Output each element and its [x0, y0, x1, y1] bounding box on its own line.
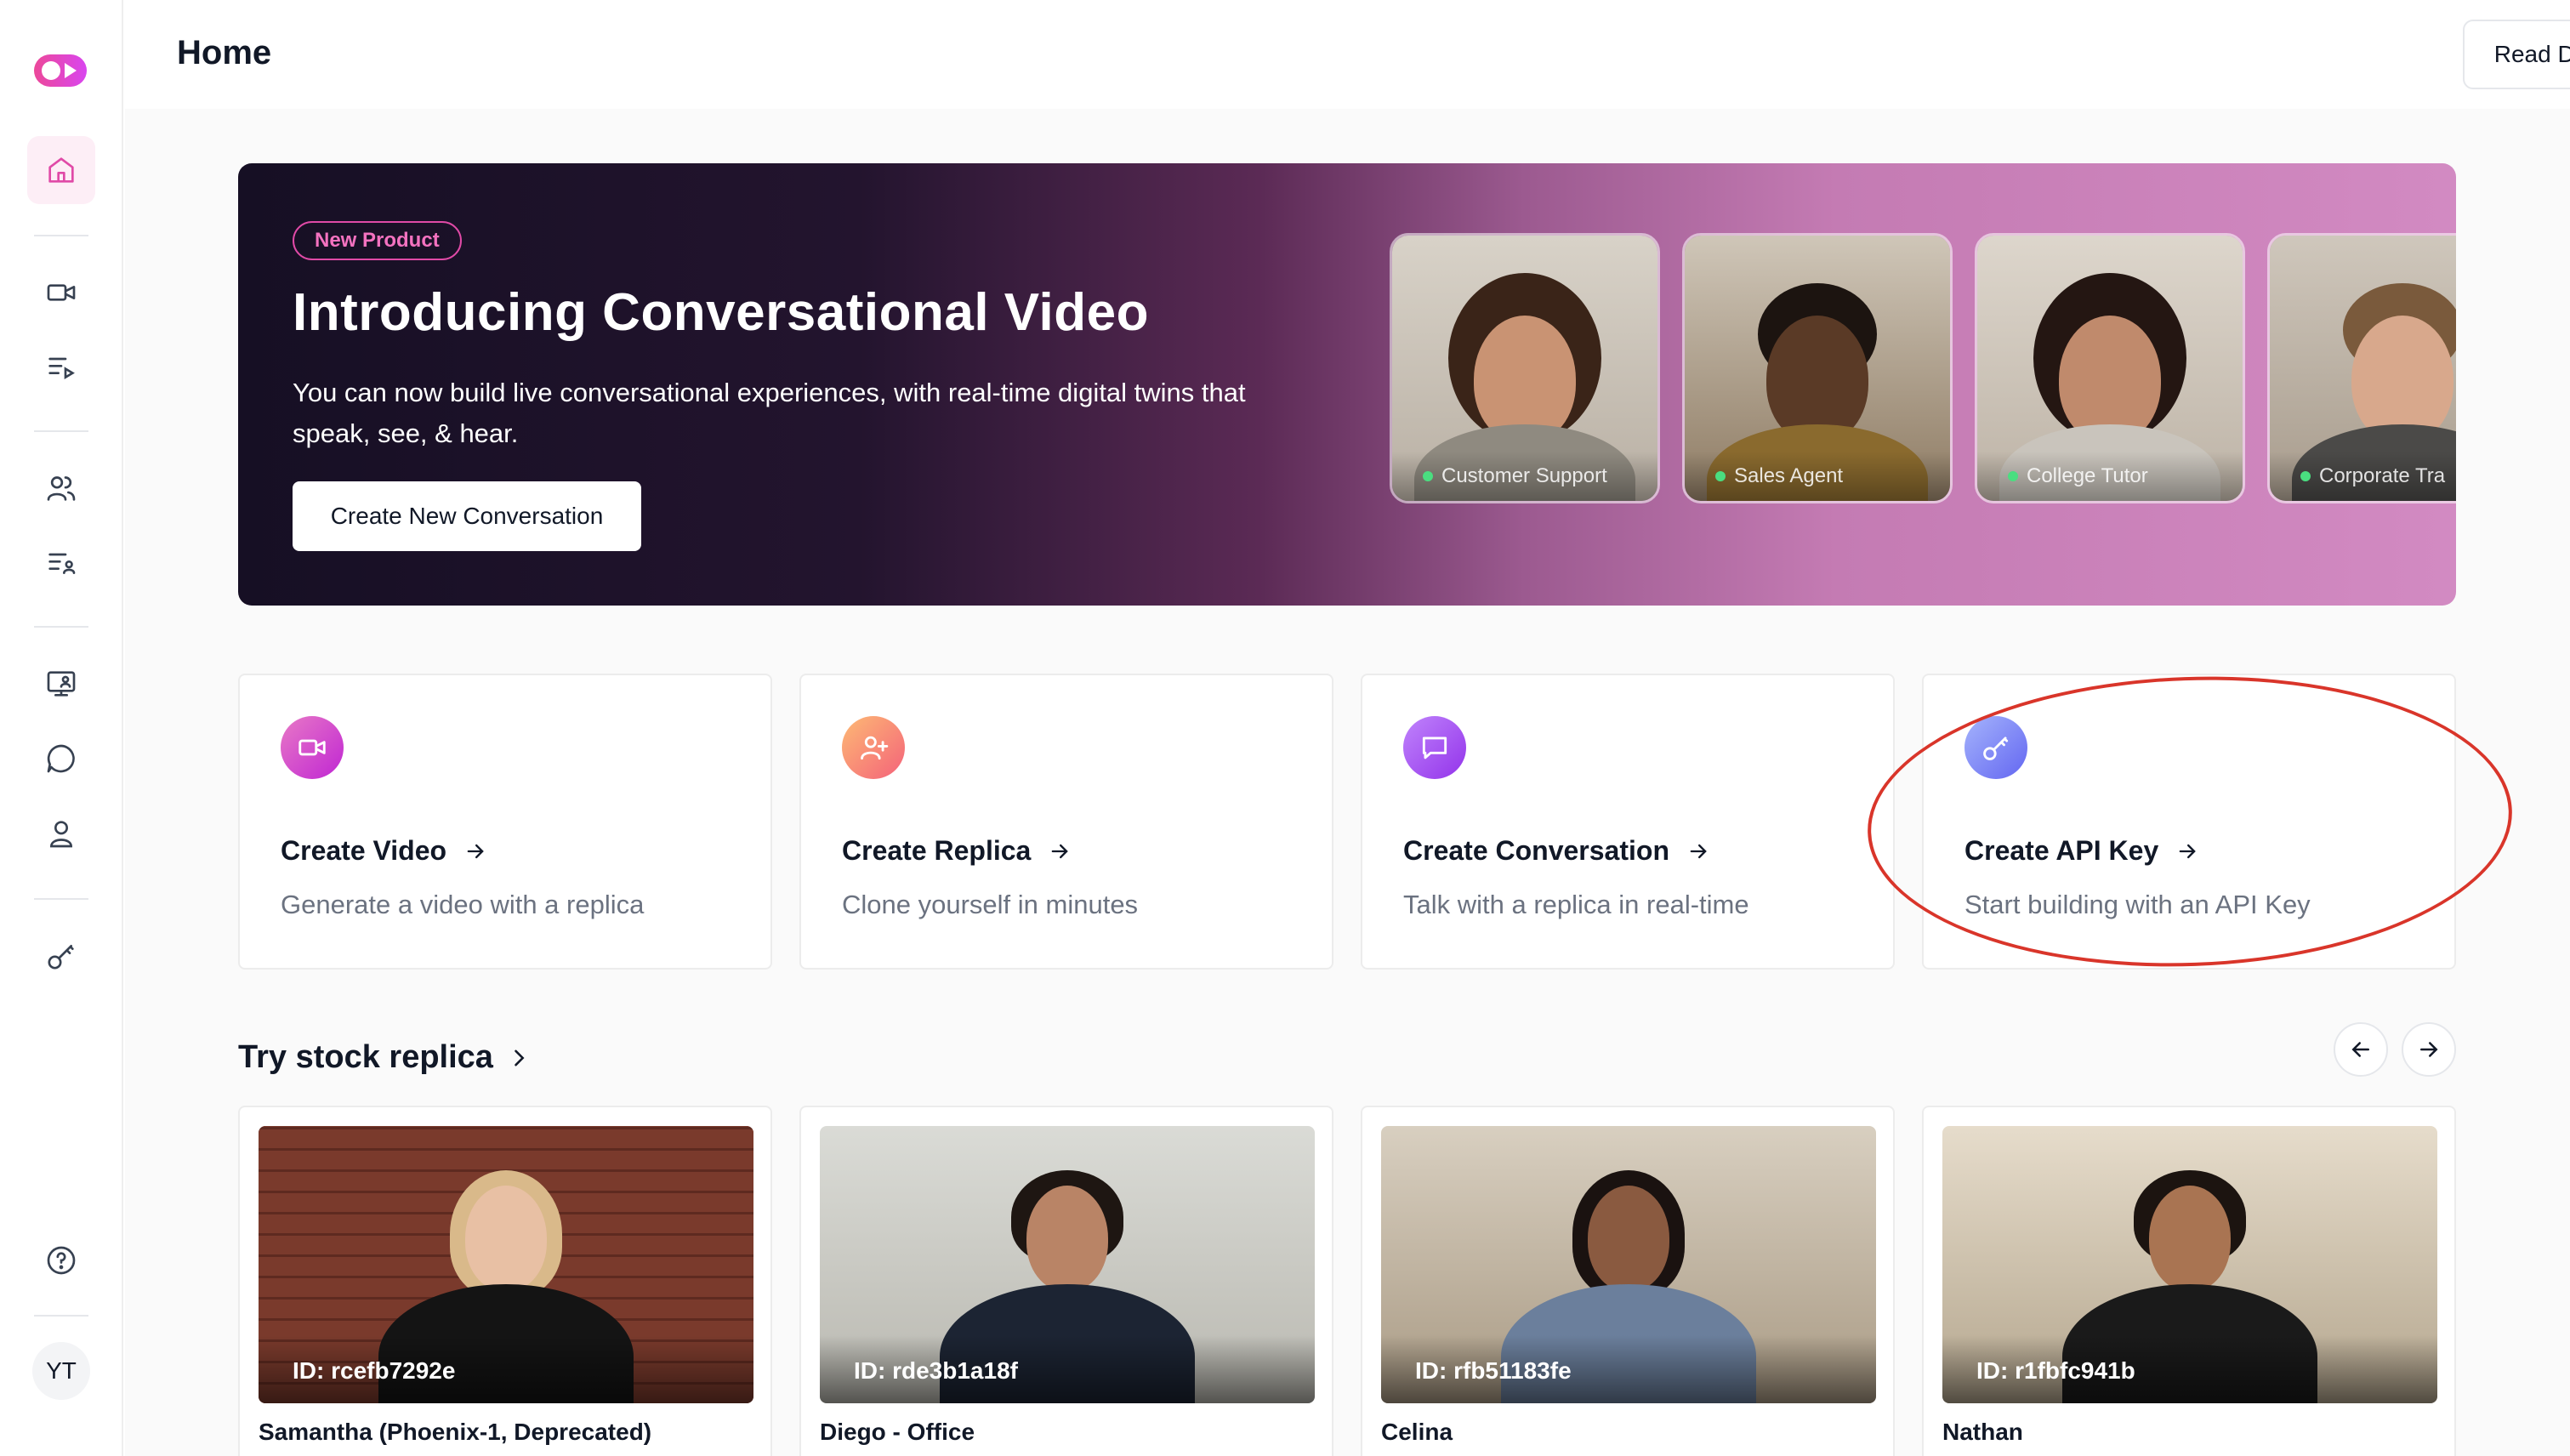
play-list-icon: [48, 357, 75, 380]
chat-bubble-icon: [1422, 737, 1447, 759]
key-icon: [48, 945, 74, 970]
key-icon: [1983, 737, 2009, 760]
carousel-next-button[interactable]: [2402, 1022, 2456, 1077]
replica-card[interactable]: ID: r1fbfc941b Nathan: [1922, 1106, 2456, 1456]
sidebar-divider: [34, 1315, 88, 1317]
replica-card[interactable]: ID: rfb51183fe Celina: [1361, 1106, 1895, 1456]
replica-thumbnail[interactable]: ID: rde3b1a18f: [820, 1126, 1315, 1403]
chevron-right-icon: [515, 1049, 525, 1066]
persona-card-sales-agent[interactable]: Sales Agent: [1682, 233, 1953, 503]
replica-name: Celina: [1381, 1419, 1453, 1445]
status-dot: [1423, 471, 1433, 481]
arrow-right-icon: [1690, 844, 1707, 858]
replica-thumbnail[interactable]: ID: rfb51183fe: [1381, 1126, 1876, 1403]
carousel-prev-button[interactable]: [2334, 1022, 2388, 1077]
sidebar-item-chat[interactable]: [27, 725, 95, 793]
card-subtitle: Start building with an API Key: [1964, 890, 2311, 919]
status-dot: [1715, 471, 1726, 481]
sidebar-item-replicas[interactable]: [27, 454, 95, 522]
create-video-card[interactable]: Create Video Generate a video with a rep…: [238, 674, 772, 970]
persona-label: Corporate Tra: [2270, 452, 2456, 501]
video-camera-icon: [299, 739, 326, 756]
persona-label: College Tutor: [1977, 452, 2243, 501]
home-icon: [48, 157, 74, 183]
create-new-conversation-button[interactable]: Create New Conversation: [293, 481, 641, 551]
sidebar-item-replica-list[interactable]: [27, 529, 95, 597]
card-icon: [1403, 716, 1466, 779]
sidebar-divider: [34, 898, 88, 900]
persona-card-corporate-trainer[interactable]: Corporate Tra: [2267, 233, 2456, 503]
users-icon: [47, 476, 76, 501]
sidebar-divider: [34, 430, 88, 432]
sidebar-item-help[interactable]: [27, 1226, 95, 1294]
card-icon: [1964, 716, 2027, 779]
sidebar-item-conversations[interactable]: [27, 650, 95, 718]
card-subtitle: Talk with a replica in real-time: [1403, 890, 1749, 919]
section-title-stock-replica[interactable]: Try stock replica: [238, 1039, 531, 1076]
replica-id: ID: r1fbfc941b: [1976, 1357, 2135, 1384]
monitor-icon: [47, 671, 76, 697]
card-icon: [842, 716, 905, 779]
banner-description: You can now build live conversational ex…: [293, 378, 1246, 448]
status-dot: [2008, 471, 2018, 481]
persona-label: Sales Agent: [1685, 452, 1950, 501]
top-bar: Home Read Docs: [125, 0, 2570, 109]
sidebar-item-personas[interactable]: [27, 799, 95, 867]
sidebar-item-videos[interactable]: [27, 259, 95, 327]
user-list-icon: [48, 553, 76, 574]
replica-id: ID: rcefb7292e: [293, 1357, 456, 1384]
help-circle-icon: [47, 1246, 76, 1275]
user-icon: [49, 821, 73, 848]
card-title: Create Replica: [842, 835, 1072, 867]
card-title: Create Conversation: [1403, 835, 1710, 867]
persona-card-customer-support[interactable]: Customer Support: [1390, 233, 1660, 503]
page-title: Home: [177, 34, 272, 71]
card-subtitle: Generate a video with a replica: [281, 890, 645, 919]
create-replica-card[interactable]: Create Replica Clone yourself in minutes: [799, 674, 1333, 970]
replica-id: ID: rfb51183fe: [1415, 1357, 1572, 1384]
replica-id: ID: rde3b1a18f: [854, 1357, 1018, 1384]
user-plus-icon: [861, 736, 889, 760]
sidebar-divider: [34, 235, 88, 236]
chat-bubble-icon: [47, 744, 75, 773]
card-subtitle: Clone yourself in minutes: [842, 890, 1139, 919]
replica-name: Diego - Office: [820, 1419, 975, 1445]
sidebar-item-home[interactable]: [27, 136, 95, 204]
logo-icon[interactable]: [32, 51, 88, 90]
sidebar-item-video-list[interactable]: [27, 333, 95, 401]
avatar[interactable]: YT: [32, 1342, 90, 1400]
read-docs-button[interactable]: Read Docs: [2463, 20, 2570, 89]
sidebar-divider: [34, 626, 88, 628]
banner-title: Introducing Conversational Video: [293, 283, 1149, 342]
arrow-left-icon: [2351, 1042, 2369, 1057]
promo-banner: New Product Introducing Conversational V…: [238, 163, 2456, 606]
create-api-key-card[interactable]: Create API Key Start building with an AP…: [1922, 674, 2456, 970]
arrow-right-icon: [467, 844, 484, 858]
card-title: Create API Key: [1964, 835, 2199, 867]
video-camera-icon: [47, 284, 76, 301]
persona-card-college-tutor[interactable]: College Tutor: [1975, 233, 2245, 503]
replica-name: Samantha (Phoenix-1, Deprecated): [259, 1419, 652, 1445]
sidebar-item-api-keys[interactable]: [27, 922, 95, 990]
arrow-right-icon: [1051, 844, 1069, 858]
sidebar: YT: [0, 0, 123, 1456]
arrow-right-icon: [2179, 844, 2197, 858]
card-title: Create Video: [281, 835, 487, 867]
arrow-right-icon: [2420, 1042, 2438, 1057]
replica-thumbnail[interactable]: ID: rcefb7292e: [259, 1126, 753, 1403]
new-product-badge: New Product: [293, 221, 462, 260]
status-dot: [2300, 471, 2311, 481]
persona-label: Customer Support: [1392, 452, 1657, 501]
replica-thumbnail[interactable]: ID: r1fbfc941b: [1942, 1126, 2437, 1403]
card-icon: [281, 716, 344, 779]
replica-card[interactable]: ID: rcefb7292e Samantha (Phoenix-1, Depr…: [238, 1106, 772, 1456]
create-conversation-card[interactable]: Create Conversation Talk with a replica …: [1361, 674, 1895, 970]
replica-card[interactable]: ID: rde3b1a18f Diego - Office: [799, 1106, 1333, 1456]
replica-name: Nathan: [1942, 1419, 2023, 1445]
